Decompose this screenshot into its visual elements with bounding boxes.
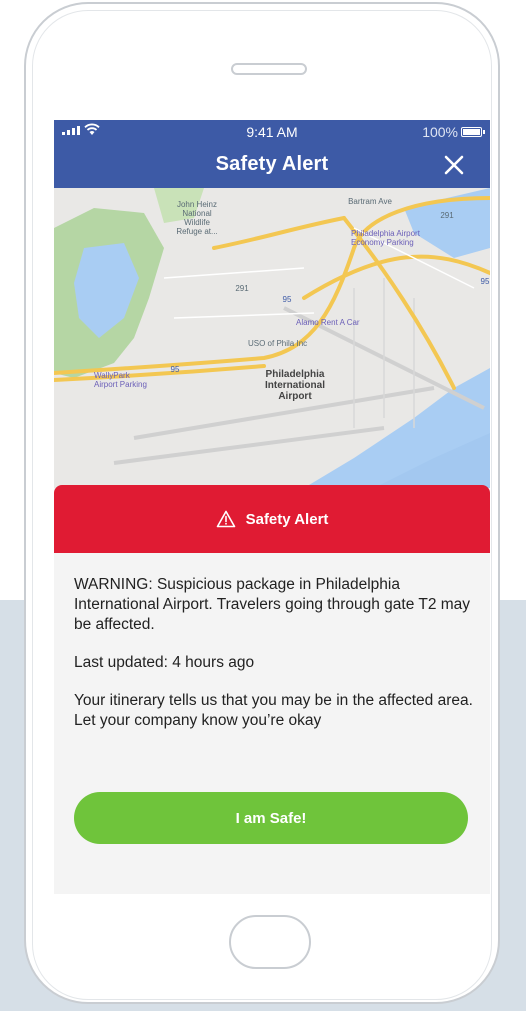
- page-title: Safety Alert: [215, 153, 329, 175]
- battery-percent: 100%: [422, 124, 458, 140]
- app-screen: 9:41 AM 100% Safety Alert John Heinz Nat…: [54, 120, 490, 894]
- map-label-route291-b: 291: [235, 284, 249, 293]
- battery-tip: [483, 130, 485, 134]
- alert-title: Safety Alert: [245, 510, 329, 528]
- map-label-wallypark: WallyPark Airport Parking: [94, 371, 147, 389]
- map-label-bartram: Bartram Ave: [348, 197, 392, 206]
- close-icon[interactable]: [442, 153, 466, 177]
- app-header: 9:41 AM 100% Safety Alert: [54, 120, 490, 188]
- home-button[interactable]: [229, 915, 311, 969]
- map-label-route95-a: 95: [282, 295, 292, 304]
- i-am-safe-button[interactable]: I am Safe!: [74, 792, 468, 844]
- itinerary-note: Your itinerary tells us that you may be …: [74, 692, 473, 729]
- map-label-uso: USO of Phila Inc: [248, 339, 308, 348]
- status-bar: 9:41 AM 100%: [54, 120, 490, 142]
- map-label-route95-b: 95: [170, 365, 180, 374]
- map-label-heinz: John Heinz National Wildlife Refuge at...: [176, 200, 218, 236]
- map-view[interactable]: John Heinz National Wildlife Refuge at... P…: [54, 188, 490, 488]
- map-label-alamo: Alamo Rent A Car: [296, 318, 360, 327]
- alert-message: WARNING: Suspicious package in Philadelp…: [74, 576, 471, 633]
- alert-banner: Safety Alert: [54, 485, 490, 553]
- battery-icon: [461, 127, 482, 137]
- phone-speaker: [231, 63, 307, 75]
- last-updated: Last updated: 4 hours ago: [74, 654, 255, 671]
- map-label-economy-parking: Philadelphia Airport Economy Parking: [351, 229, 420, 247]
- map-label-airport: Philadelphia International Airport: [264, 369, 325, 402]
- alert-body: WARNING: Suspicious package in Philadelp…: [74, 575, 479, 749]
- map-label-route95-c: 95: [480, 277, 490, 286]
- warning-icon: [216, 510, 235, 528]
- map-label-route291-a: 291: [440, 211, 454, 220]
